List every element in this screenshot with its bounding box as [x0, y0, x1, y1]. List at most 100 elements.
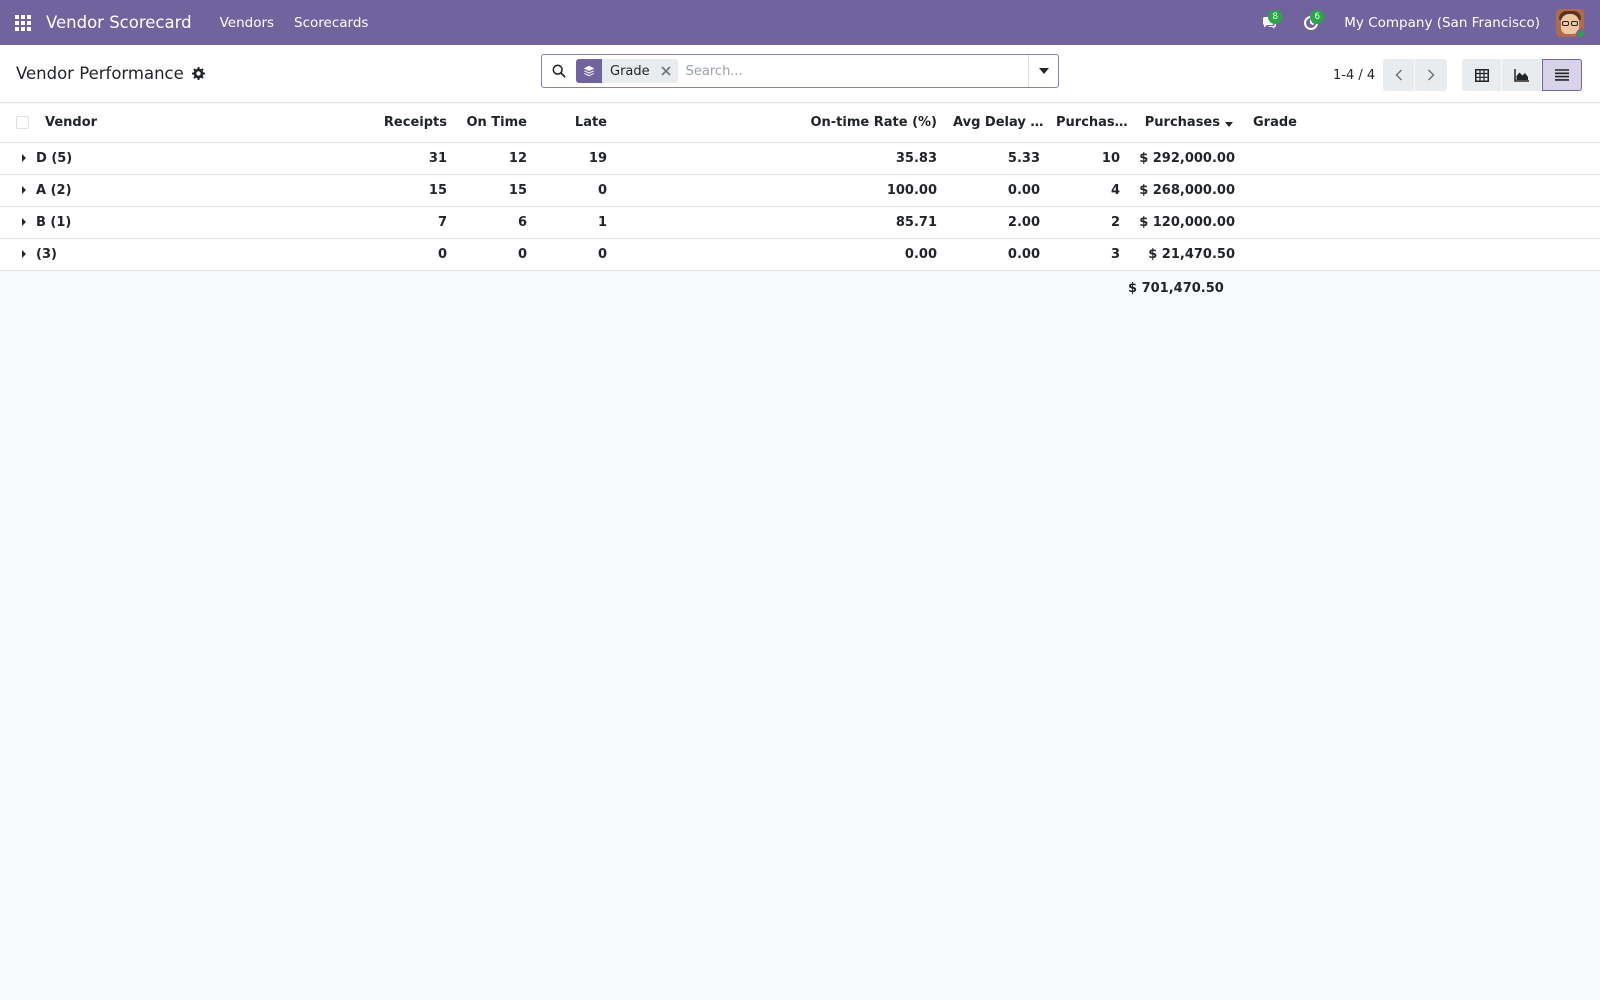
group-purchases-count: 3	[1048, 238, 1128, 271]
select-all-checkbox[interactable]	[16, 116, 29, 130]
group-late: 0	[535, 238, 615, 271]
footer-grade	[1243, 270, 1600, 306]
table-footer-row: $ 701,470.50	[0, 270, 1600, 306]
messages-button[interactable]: 8	[1248, 0, 1290, 45]
list-view-button[interactable]	[1542, 59, 1582, 91]
group-grade	[1243, 238, 1600, 271]
graph-view-button[interactable]	[1502, 59, 1542, 91]
group-rate: 35.83	[615, 142, 945, 175]
group-rate: 85.71	[615, 206, 945, 239]
group-avg-delay: 5.33	[945, 142, 1048, 175]
list-icon	[1555, 69, 1569, 81]
group-row-d[interactable]: D (5) 31 12 19 35.83 5.33 10 $ 292,000.0…	[0, 142, 1600, 175]
groupby-facet: Grade	[576, 59, 678, 83]
group-purchases: $ 21,470.50	[1128, 238, 1243, 271]
menu-vendors[interactable]: Vendors	[210, 0, 284, 45]
page-title: Vendor Performance	[16, 64, 184, 83]
group-on-time: 0	[455, 238, 535, 271]
user-avatar[interactable]	[1556, 8, 1584, 37]
col-avg-delay[interactable]: Avg Delay (...	[945, 104, 1048, 143]
chevron-right-icon	[1428, 69, 1435, 81]
pager-value[interactable]: 1-4 / 4	[1333, 68, 1375, 83]
col-purchases-count[interactable]: Purchas...	[1048, 104, 1128, 143]
col-late[interactable]: Late	[535, 104, 615, 143]
app-brand[interactable]: Vendor Scorecard	[46, 13, 192, 32]
group-rate: 100.00	[615, 174, 945, 207]
chevron-left-icon	[1395, 69, 1402, 81]
group-purchases: $ 292,000.00	[1128, 142, 1243, 175]
search-options-toggle[interactable]	[1028, 55, 1058, 87]
select-all-cell	[0, 104, 37, 143]
caret-right-icon	[22, 186, 26, 194]
control-panel: Vendor Performance Grade Search... 1-4 /…	[0, 45, 1600, 103]
group-receipts: 31	[375, 142, 455, 175]
breadcrumb: Vendor Performance	[0, 64, 530, 83]
group-row-b[interactable]: B (1) 7 6 1 85.71 2.00 2 $ 120,000.00	[0, 206, 1600, 239]
group-late: 1	[535, 206, 615, 239]
view-switcher	[1462, 59, 1582, 91]
group-row-a[interactable]: A (2) 15 15 0 100.00 0.00 4 $ 268,000.00	[0, 174, 1600, 207]
group-on-time: 12	[455, 142, 535, 175]
col-receipts[interactable]: Receipts	[375, 104, 455, 143]
gear-icon[interactable]	[191, 67, 205, 80]
apps-menu-button[interactable]	[0, 0, 46, 45]
group-avg-delay: 2.00	[945, 206, 1048, 239]
group-receipts: 0	[375, 238, 455, 271]
facet-label: Grade	[610, 63, 650, 79]
group-grade	[1243, 206, 1600, 239]
group-label-cell: (3)	[0, 238, 375, 271]
group-avg-delay: 0.00	[945, 238, 1048, 271]
caret-right-icon	[22, 250, 26, 258]
pivot-view-button[interactable]	[1462, 59, 1502, 91]
pager-next-button[interactable]	[1415, 59, 1448, 91]
activities-button[interactable]: 6	[1290, 0, 1332, 45]
group-late: 0	[535, 174, 615, 207]
messages-count-badge: 8	[1268, 10, 1283, 24]
col-on-time[interactable]: On Time	[455, 104, 535, 143]
group-label: B (1)	[36, 214, 72, 230]
group-label: D (5)	[36, 150, 73, 166]
group-avg-delay: 0.00	[945, 174, 1048, 207]
pager: 1-4 / 4	[1333, 59, 1448, 91]
menu-scorecards[interactable]: Scorecards	[284, 0, 378, 45]
vendor-performance-table: Vendor Receipts On Time Late On-time Rat…	[0, 104, 1600, 306]
group-rate: 0.00	[615, 238, 945, 271]
col-grade[interactable]: Grade	[1243, 104, 1600, 143]
footer-spacer	[0, 270, 1128, 306]
group-grade	[1243, 142, 1600, 175]
group-label-cell: B (1)	[0, 206, 375, 239]
group-row-undefined[interactable]: (3) 0 0 0 0.00 0.00 3 $ 21,470.50	[0, 238, 1600, 271]
col-on-time-rate[interactable]: On-time Rate (%)	[615, 104, 945, 143]
group-late: 19	[535, 142, 615, 175]
group-receipts: 15	[375, 174, 455, 207]
company-switcher[interactable]: My Company (San Francisco)	[1332, 15, 1552, 31]
search-input[interactable]	[685, 57, 1028, 85]
list-view: Vendor Receipts On Time Late On-time Rat…	[0, 104, 1600, 306]
col-vendor[interactable]: Vendor	[37, 104, 375, 143]
group-label: (3)	[36, 246, 57, 262]
total-purchases: $ 701,470.50	[1128, 280, 1224, 296]
col-purchases[interactable]: Purchases	[1128, 104, 1243, 143]
group-label: A (2)	[36, 182, 72, 198]
group-on-time: 15	[455, 174, 535, 207]
group-label-cell: A (2)	[0, 174, 375, 207]
group-purchases: $ 120,000.00	[1128, 206, 1243, 239]
online-status-icon	[1576, 28, 1584, 37]
group-purchases-count: 2	[1048, 206, 1128, 239]
group-receipts: 7	[375, 206, 455, 239]
pager-previous-button[interactable]	[1383, 59, 1416, 91]
activities-count-badge: 6	[1310, 10, 1325, 24]
group-purchases: $ 268,000.00	[1128, 174, 1243, 207]
group-purchases-count: 10	[1048, 142, 1128, 175]
group-grade	[1243, 174, 1600, 207]
caret-right-icon	[22, 154, 26, 162]
table-icon	[1474, 68, 1489, 82]
area-chart-icon	[1514, 68, 1529, 82]
col-purchases-label: Purchases	[1144, 115, 1220, 131]
search-icon[interactable]	[542, 64, 576, 78]
group-label-cell: D (5)	[0, 142, 375, 175]
close-icon[interactable]	[658, 66, 678, 76]
apps-grid-icon	[15, 14, 31, 31]
group-on-time: 6	[455, 206, 535, 239]
group-purchases-count: 4	[1048, 174, 1128, 207]
